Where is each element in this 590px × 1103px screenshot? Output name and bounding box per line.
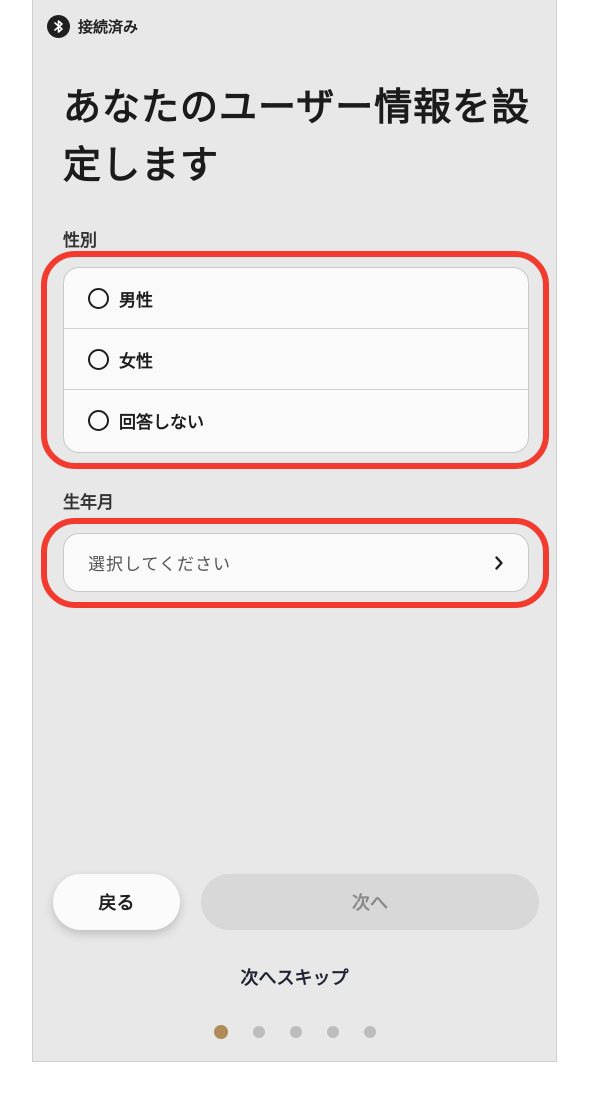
pagination-dot (363, 1026, 376, 1038)
gender-option-male[interactable]: 男性 (64, 268, 528, 329)
pagination-dot (326, 1026, 339, 1038)
connection-status-text: 接続済み (78, 17, 139, 36)
gender-option-female[interactable]: 女性 (64, 329, 528, 390)
pagination-dot (289, 1026, 302, 1038)
birth-month-placeholder: 選択してください (88, 555, 231, 575)
radio-unchecked-icon[interactable] (88, 348, 109, 370)
app-screen: 接続済み あなたのユーザー情報を設定します 性別 男性 女性 回答しない 生年月… (32, 0, 557, 1062)
gender-option-label: 女性 (119, 351, 153, 372)
next-button[interactable]: 次へ (201, 874, 539, 930)
pagination-dot (252, 1026, 265, 1038)
chevron-right-icon (494, 555, 504, 571)
pagination-dots (33, 1025, 556, 1039)
birth-month-select[interactable]: 選択してください (63, 533, 529, 592)
gender-option-label: 回答しない (119, 413, 204, 433)
connection-status: 接続済み (47, 13, 138, 39)
back-button[interactable]: 戻る (53, 874, 180, 930)
birth-section-label: 生年月 (63, 493, 114, 513)
gender-option-no-answer[interactable]: 回答しない (64, 390, 528, 451)
page-title: あなたのユーザー情報を設定します (63, 85, 531, 187)
gender-option-label: 男性 (119, 290, 153, 311)
skip-link[interactable]: 次へスキップ (33, 964, 556, 990)
radio-unchecked-icon[interactable] (88, 287, 109, 309)
gender-section-label: 性別 (63, 231, 97, 251)
pagination-dot-active (213, 1025, 228, 1039)
gender-options-card: 男性 女性 回答しない (63, 267, 529, 453)
radio-unchecked-icon[interactable] (88, 410, 109, 431)
bluetooth-icon (47, 14, 70, 38)
